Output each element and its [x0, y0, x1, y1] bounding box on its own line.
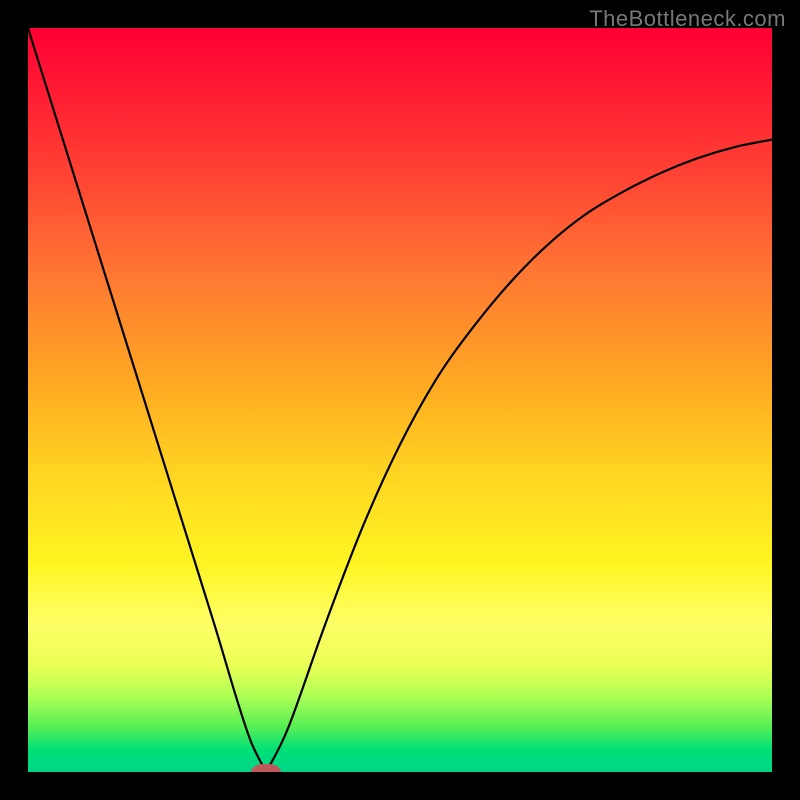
- plot-area: [28, 28, 772, 772]
- bottleneck-curve: [28, 28, 772, 772]
- minimum-marker: [251, 764, 281, 772]
- chart-frame: TheBottleneck.com: [0, 0, 800, 800]
- watermark-text: TheBottleneck.com: [589, 6, 786, 32]
